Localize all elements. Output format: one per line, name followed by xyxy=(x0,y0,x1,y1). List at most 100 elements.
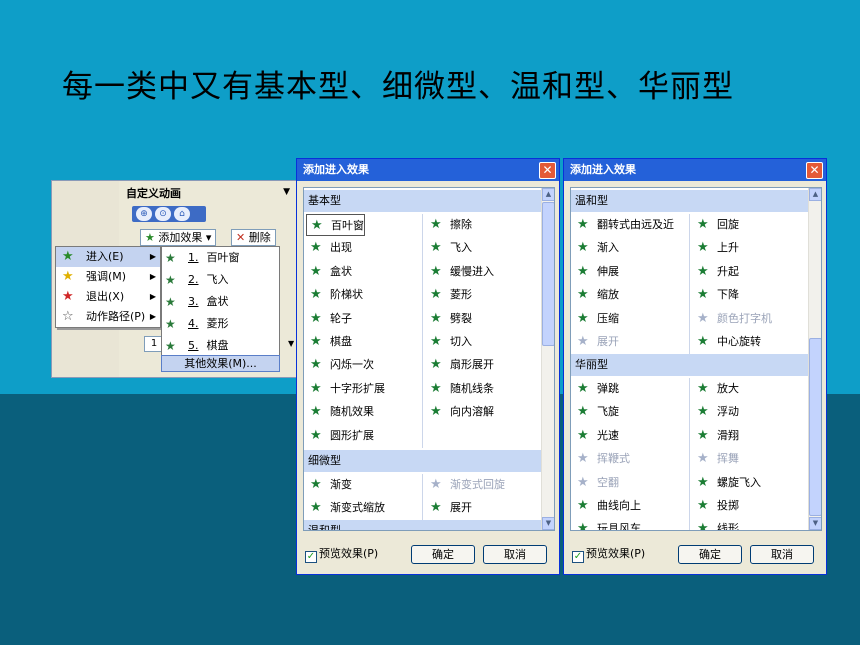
preview-checkbox[interactable]: ✓ 预览效果(P) xyxy=(572,547,645,563)
scroll-up-icon[interactable]: ▲ xyxy=(542,188,554,201)
add-star-icon: ★ xyxy=(145,231,155,244)
effect-item[interactable]: ★ 缓慢进入 xyxy=(426,261,494,283)
back-icon[interactable]: ⊕ xyxy=(136,207,152,221)
effect-item[interactable]: ★ 轮子 xyxy=(306,308,352,330)
effect-item[interactable]: ★ 放大 xyxy=(693,378,739,400)
effect-label: 渐变式缩放 xyxy=(330,501,385,515)
section-header: 温和型 xyxy=(571,190,811,212)
effect-item[interactable]: ★ 滑翔 xyxy=(693,425,739,447)
effect-item[interactable]: ★ 投掷 xyxy=(693,495,739,517)
pane-dropdown-icon[interactable]: ▼ xyxy=(283,187,290,197)
effect-item[interactable]: ★ 展开 xyxy=(426,497,472,519)
effect-item[interactable]: ★ 渐变式缩放 xyxy=(306,497,385,519)
menu-item-0[interactable]: ★ 进入(E) ▶ xyxy=(56,247,160,267)
delete-label: 删除 xyxy=(248,231,271,244)
effect-item[interactable]: ★ 随机线条 xyxy=(426,378,494,400)
effect-label: 飞入 xyxy=(450,241,472,255)
effect-item[interactable]: ★ 劈裂 xyxy=(426,308,472,330)
effect-item[interactable]: ★ 弹跳 xyxy=(573,378,619,400)
cancel-button[interactable]: 取消 xyxy=(750,545,814,564)
effect-label: 阶梯状 xyxy=(330,288,363,302)
effect-label: 渐入 xyxy=(597,241,619,255)
effect-item[interactable]: ★ 空翻 xyxy=(573,472,619,494)
effect-item[interactable]: ★ 浮动 xyxy=(693,401,739,423)
effect-item[interactable]: ★ 棋盘 xyxy=(306,331,352,353)
effect-item[interactable]: ★ 渐变式回旋 xyxy=(426,474,505,496)
vertical-scrollbar[interactable]: ▲ ▼ xyxy=(808,188,821,530)
effect-item[interactable]: ★ 渐入 xyxy=(573,237,619,259)
effect-star-icon: ★ xyxy=(430,357,442,373)
submenu-item-0[interactable]: ★ 1. 百叶窗 xyxy=(162,247,279,269)
effect-item[interactable]: ★ 回旋 xyxy=(693,214,739,236)
menu-item-3[interactable]: ☆ 动作路径(P) ▶ xyxy=(56,307,160,327)
menu-item-1[interactable]: ★ 强调(M) ▶ xyxy=(56,267,160,287)
close-icon[interactable]: ✕ xyxy=(539,162,556,179)
effect-item[interactable]: ★ 渐变 xyxy=(306,474,352,496)
effect-star-icon: ★ xyxy=(577,404,589,420)
effect-item[interactable]: ★ 闪烁一次 xyxy=(306,354,374,376)
cancel-button[interactable]: 取消 xyxy=(483,545,547,564)
effect-label: 展开 xyxy=(597,335,619,348)
ok-button[interactable]: 确定 xyxy=(678,545,742,564)
effect-item[interactable]: ★ 擦除 xyxy=(426,214,472,236)
effect-star-icon: ★ xyxy=(310,263,322,279)
effect-item[interactable]: ★ 螺旋飞入 xyxy=(693,472,761,494)
effect-item[interactable]: ★ 光速 xyxy=(573,425,619,447)
effect-item[interactable]: ★ 颜色打字机 xyxy=(693,308,772,330)
effect-item[interactable]: ★ 飞旋 xyxy=(573,401,619,423)
scroll-thumb[interactable] xyxy=(542,202,554,346)
effect-item[interactable]: ★ 盒状 xyxy=(306,261,352,283)
effect-item[interactable]: ★ 中心旋转 xyxy=(693,331,761,353)
effect-item[interactable]: ★ 升起 xyxy=(693,261,739,283)
effect-label: 渐变 xyxy=(330,478,352,491)
effect-item[interactable]: ★ 向内溶解 xyxy=(426,401,494,423)
effect-item[interactable]: ★ 阶梯状 xyxy=(306,284,363,306)
add-effect-button[interactable]: ★ 添加效果 ▾ xyxy=(140,229,217,246)
effect-item[interactable]: ★ 翻转式由远及近 xyxy=(573,214,674,236)
add-effect-label: 添加效果 ▾ xyxy=(158,231,212,244)
effect-item[interactable]: ★ 上升 xyxy=(693,237,739,259)
effect-item[interactable]: ★ 挥鞭式 xyxy=(573,448,630,470)
scroll-down-icon[interactable]: ▼ xyxy=(809,517,821,530)
preview-checkbox[interactable]: ✓ 预览效果(P) xyxy=(305,547,378,563)
effect-star-icon: ★ xyxy=(430,263,442,279)
close-icon[interactable]: ✕ xyxy=(806,162,823,179)
more-effects-item[interactable]: 其他效果(M)... xyxy=(161,355,280,372)
effect-item[interactable]: ★ 出现 xyxy=(306,237,352,259)
effect-item[interactable]: ★ 挥舞 xyxy=(693,448,739,470)
effect-label: 出现 xyxy=(330,241,352,255)
vertical-scrollbar[interactable]: ▲ ▼ xyxy=(541,188,554,530)
effect-item[interactable]: ★ 十字形扩展 xyxy=(306,378,385,400)
effect-item[interactable]: ★ 伸展 xyxy=(573,261,619,283)
submenu-item-4[interactable]: ★ 5. 棋盘 xyxy=(162,335,279,357)
effect-item[interactable]: ★ 缩放 xyxy=(573,284,619,306)
effect-item[interactable]: ★ 菱形 xyxy=(426,284,472,306)
scroll-down-icon[interactable]: ▼ xyxy=(542,517,554,530)
effect-star-icon: ★ xyxy=(697,263,709,279)
effect-item[interactable]: ★ 下降 xyxy=(693,284,739,306)
forward-icon[interactable]: ⊙ xyxy=(155,207,171,221)
delete-button[interactable]: ✕ 删除 xyxy=(231,229,276,246)
effect-item[interactable]: ★ 扇形展开 xyxy=(426,354,494,376)
effect-item[interactable]: ★ 压缩 xyxy=(573,308,619,330)
effect-item[interactable]: ★ 线形 xyxy=(693,518,739,530)
effect-item[interactable]: ★ 飞入 xyxy=(426,237,472,259)
effect-item[interactable]: ★ 百叶窗 xyxy=(306,214,365,236)
menu-item-2[interactable]: ★ 退出(X) ▶ xyxy=(56,287,160,307)
effect-item[interactable]: ★ 圆形扩展 xyxy=(306,425,374,447)
scroll-thumb[interactable] xyxy=(809,338,821,516)
effect-item[interactable]: ★ 玩具风车 xyxy=(573,518,641,530)
submenu-arrow-icon: ▶ xyxy=(149,292,156,301)
home-icon[interactable]: ⌂ xyxy=(174,207,190,221)
submenu-item-3[interactable]: ★ 4. 菱形 xyxy=(162,313,279,335)
effect-item[interactable]: ★ 展开 xyxy=(573,331,619,353)
submenu-item-1[interactable]: ★ 2. 飞入 xyxy=(162,269,279,291)
scroll-up-icon[interactable]: ▲ xyxy=(809,188,821,201)
ok-button[interactable]: 确定 xyxy=(411,545,475,564)
effect-star-icon: ★ xyxy=(697,287,709,303)
effect-item[interactable]: ★ 切入 xyxy=(426,331,472,353)
effect-star-icon: ★ xyxy=(310,404,322,420)
effect-item[interactable]: ★ 曲线向上 xyxy=(573,495,641,517)
submenu-item-2[interactable]: ★ 3. 盒状 xyxy=(162,291,279,313)
effect-item[interactable]: ★ 随机效果 xyxy=(306,401,374,423)
